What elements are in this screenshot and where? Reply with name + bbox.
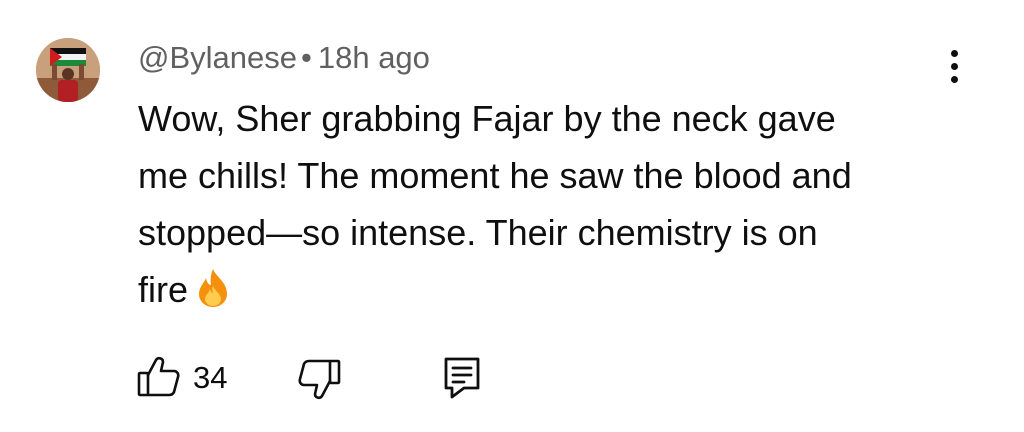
dislike-button[interactable] <box>296 358 342 404</box>
comment-card: @Bylanese • 18h ago Wow, Sher grabbing Faj… <box>0 0 1024 432</box>
more-vertical-icon <box>951 50 958 57</box>
avatar-image <box>36 38 100 102</box>
comment-text-line: Wow, Sher grabbing Fajar by the neck gav… <box>138 98 836 139</box>
thumbs-down-icon <box>298 359 341 400</box>
like-count: 34 <box>193 360 228 395</box>
comment-actions: 34 <box>0 350 1024 400</box>
reply-comment-icon <box>444 357 480 399</box>
fire-icon <box>196 267 230 324</box>
comment-text: Wow, Sher grabbing Fajar by the neck gav… <box>138 90 958 324</box>
avatar[interactable] <box>36 38 100 102</box>
comment-text-line: fire <box>138 269 189 310</box>
more-options-button[interactable] <box>940 44 970 88</box>
comment-text-line: stopped—so intense. Their chemistry is o… <box>138 212 818 253</box>
thumbs-up-icon <box>137 356 180 397</box>
comment-text-line: me chills! The moment he saw the blood a… <box>138 155 852 196</box>
comment-text-line-last: fire <box>138 261 958 324</box>
more-dot <box>951 76 958 83</box>
comment-timestamp[interactable]: 18h ago <box>318 40 430 75</box>
reply-button[interactable] <box>442 354 482 400</box>
more-dot <box>951 63 958 70</box>
comment-meta: @Bylanese • 18h ago <box>138 38 430 78</box>
like-button[interactable] <box>136 354 182 400</box>
meta-separator: • <box>301 40 312 75</box>
author-name[interactable]: @Bylanese <box>138 40 297 75</box>
